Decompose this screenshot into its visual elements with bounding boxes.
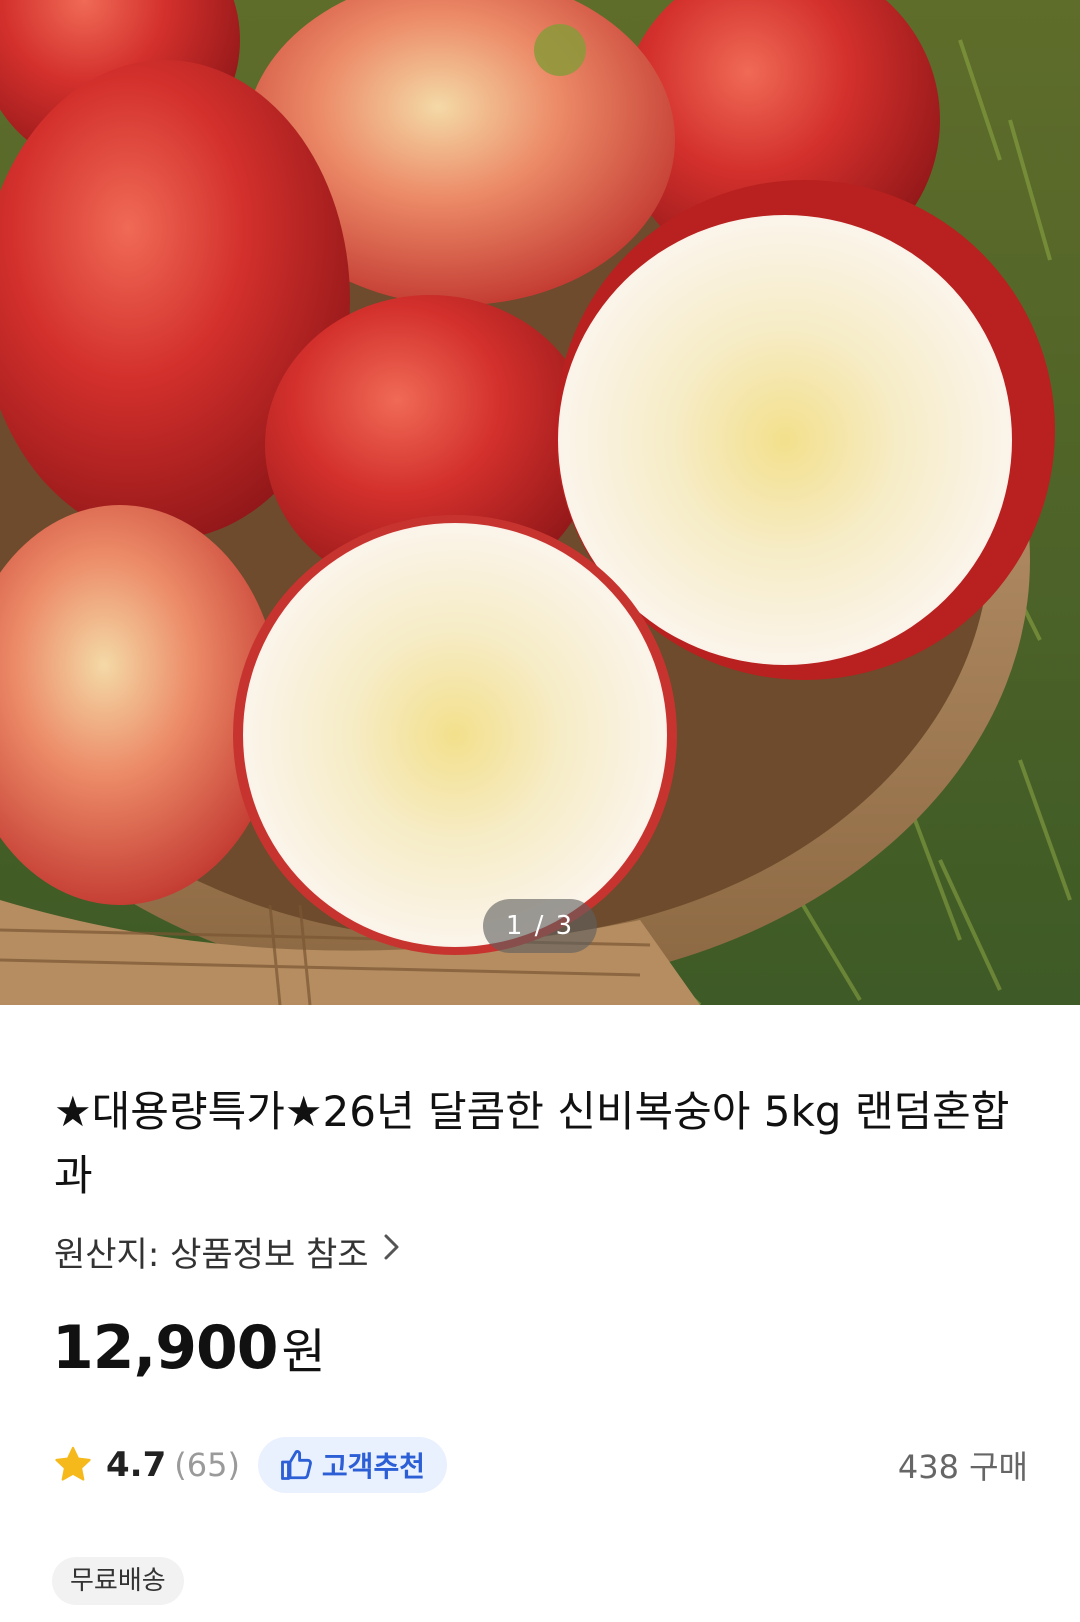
product-photo <box>0 0 1080 1005</box>
product-price: 12,900 원 <box>52 1312 326 1383</box>
price-unit: 원 <box>281 1324 326 1380</box>
product-detail-page: 1 / 3 ★대용량특가★26년 달콤한 신비복숭아 5kg 랜덤혼합과 원산지… <box>0 0 1080 1622</box>
customer-recommend-badge: 고객추천 <box>257 1437 447 1493</box>
chevron-right-icon <box>383 1232 401 1270</box>
recommend-label: 고객추천 <box>321 1450 425 1483</box>
rating-value[interactable]: 4.7 <box>106 1445 166 1485</box>
rating-row: 4.7 (65) 고객추천 438 구매 <box>52 1437 1028 1493</box>
star-icon <box>55 1446 91 1481</box>
free-shipping-badge: 무료배송 <box>52 1557 184 1605</box>
origin-info-link[interactable]: 원산지: 상품정보 참조 <box>54 1226 401 1276</box>
purchase-count: 438 구매 <box>897 1448 1028 1486</box>
origin-label: 원산지: 상품정보 참조 <box>54 1234 369 1275</box>
thumbs-up-icon <box>280 1450 312 1480</box>
product-image-carousel[interactable]: 1 / 3 <box>0 0 1080 1005</box>
product-title: ★대용량특가★26년 달콤한 신비복숭아 5kg 랜덤혼합과 <box>54 1087 1010 1200</box>
price-amount: 12,900 <box>52 1313 279 1383</box>
review-count[interactable]: (65) <box>174 1446 240 1484</box>
image-page-indicator: 1 / 3 <box>483 899 597 953</box>
